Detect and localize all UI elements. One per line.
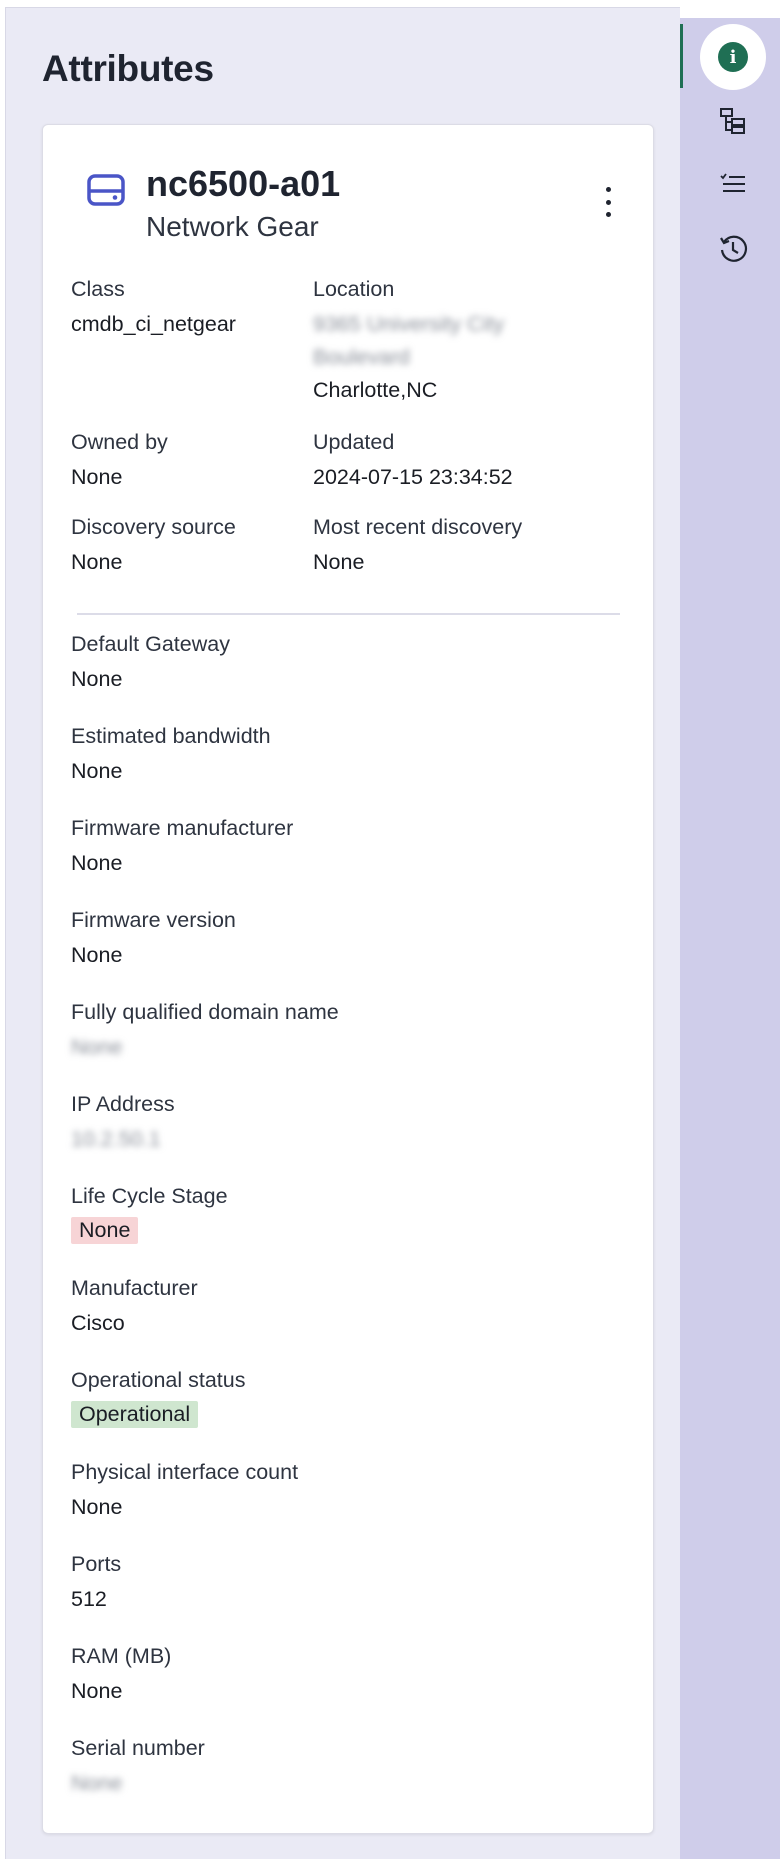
ports-label: Ports [71,1552,122,1576]
updated-label: Updated [313,430,395,454]
location-label: Location [313,277,395,301]
side-rail [680,18,780,1859]
divider [77,613,620,615]
owned-by-value: None [71,465,123,489]
discovery-source-label: Discovery source [71,515,236,539]
fqdn-value: None [71,1035,123,1059]
discovery-source-value: None [71,550,123,574]
most-recent-discovery-label: Most recent discovery [313,515,523,539]
firmware-version-value: None [71,943,123,967]
ports-value: 512 [71,1587,107,1611]
location-city: Charlotte,NC [313,378,438,402]
life-cycle-stage-label: Life Cycle Stage [71,1184,228,1208]
rail-tab-info[interactable]: i [700,24,766,90]
serial-number-label: Serial number [71,1736,205,1760]
location-value-blurred-2: Boulevard [313,345,410,369]
ci-card: nc6500-a01 Network Gear Class cmdb_ci_ne… [42,124,654,1834]
more-options-icon[interactable] [596,187,620,217]
default-gateway-value: None [71,667,123,691]
firmware-version-label: Firmware version [71,908,236,932]
fqdn-label: Fully qualified domain name [71,1000,339,1024]
estimated-bandwidth-value: None [71,759,123,783]
app-frame: Attributes nc6500-a01 Network Gear Class… [0,0,780,1859]
server-icon [87,174,125,206]
rail-tab-hierarchy[interactable] [700,88,766,154]
ip-address-value: 10.2.50.1 [71,1127,161,1151]
class-label: Class [71,277,125,301]
operational-status-badge: Operational [71,1401,199,1428]
updated-value: 2024-07-15 23:34:52 [313,465,513,489]
rail-tab-history[interactable] [700,216,766,282]
firmware-manufacturer-value: None [71,851,123,875]
panel-title: Attributes [42,48,214,89]
info-icon: i [718,42,748,72]
rail-tab-checklist[interactable] [700,152,766,218]
operational-status-label: Operational status [71,1368,246,1392]
estimated-bandwidth-label: Estimated bandwidth [71,724,271,748]
attributes-panel: Attributes nc6500-a01 Network Gear Class… [5,7,680,1859]
physical-interface-count-label: Physical interface count [71,1460,299,1484]
hierarchy-icon [720,108,745,134]
ram-label: RAM (MB) [71,1644,172,1668]
ci-type: Network Gear [146,211,319,242]
most-recent-discovery-value: None [313,550,365,574]
firmware-manufacturer-label: Firmware manufacturer [71,816,294,840]
class-value: cmdb_ci_netgear [71,312,236,336]
ci-name: nc6500-a01 [146,163,341,204]
ip-address-label: IP Address [71,1092,175,1116]
location-value-blurred: 9365 University City [313,312,505,336]
checklist-icon [720,173,745,192]
active-tab-indicator [680,24,683,88]
life-cycle-stage-badge: None [71,1217,139,1244]
serial-number-value: None [71,1771,123,1795]
ram-value: None [71,1679,123,1703]
physical-interface-count-value: None [71,1495,123,1519]
manufacturer-label: Manufacturer [71,1276,198,1300]
manufacturer-value: Cisco [71,1311,125,1335]
history-icon [720,235,748,262]
owned-by-label: Owned by [71,430,168,454]
default-gateway-label: Default Gateway [71,632,230,656]
